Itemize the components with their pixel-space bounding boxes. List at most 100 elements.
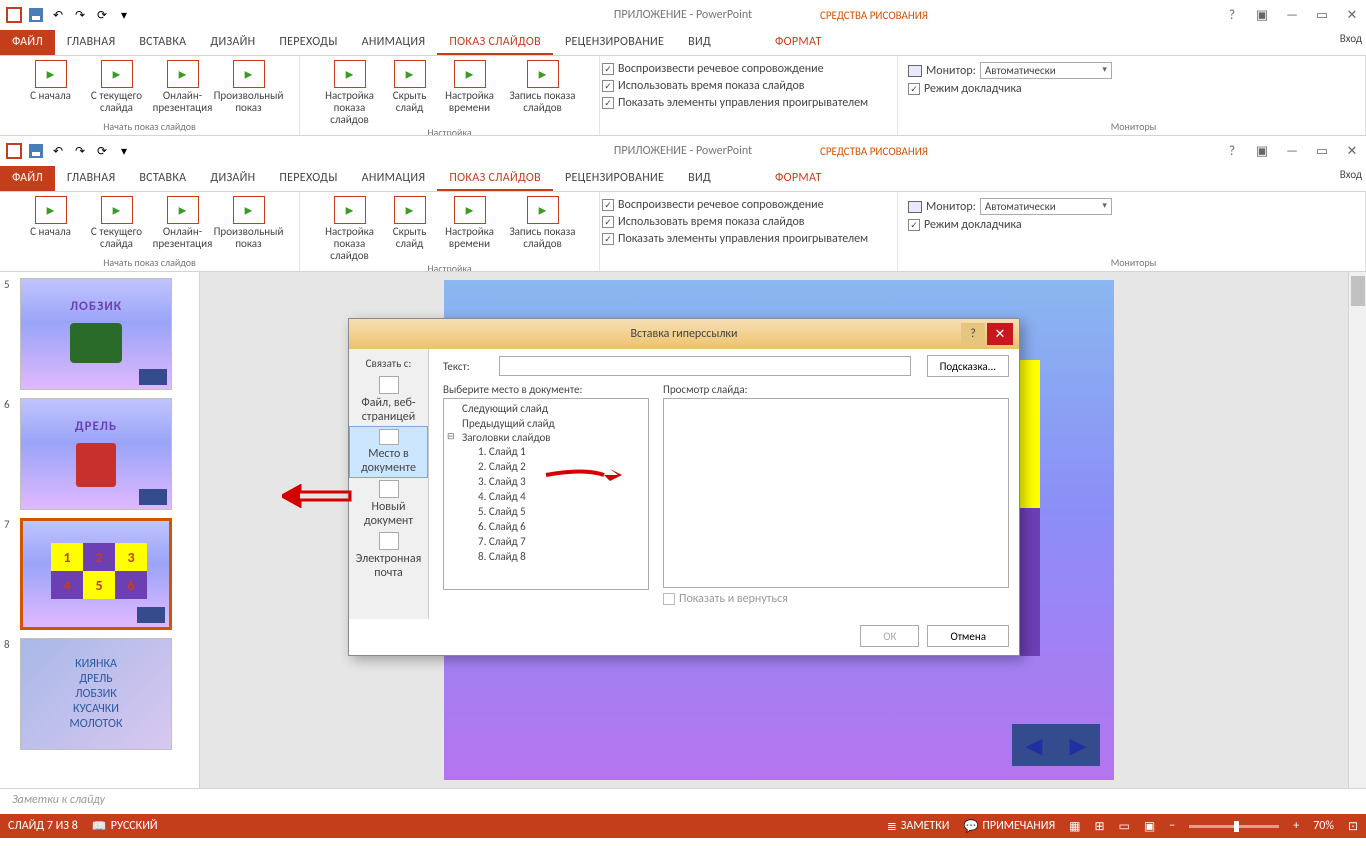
- thumb-5[interactable]: ЛОБЗИК: [20, 278, 172, 390]
- thumb-6[interactable]: ДРЕЛЬ: [20, 398, 172, 510]
- cb-presenter-view[interactable]: ✓Режим докладчика: [908, 82, 1112, 96]
- qat-save-icon[interactable]: [26, 141, 46, 161]
- tree-slide-8[interactable]: 8. Слайд 8: [444, 549, 648, 564]
- qat-more-icon[interactable]: ▾: [114, 141, 134, 161]
- btn-hide-slide[interactable]: Скрыть слайд: [385, 194, 435, 262]
- tab-design[interactable]: ДИЗАЙН: [198, 30, 267, 55]
- status-language[interactable]: 📖 РУССКИЙ: [92, 819, 158, 834]
- help-icon[interactable]: ?: [1222, 141, 1242, 161]
- cb-narrations[interactable]: ✓Воспроизвести речевое сопровождение: [602, 198, 868, 212]
- tab-insert[interactable]: ВСТАВКА: [127, 30, 198, 55]
- qat-more-icon[interactable]: ▾: [114, 5, 134, 25]
- btn-present-online[interactable]: Онлайн- презентация: [152, 194, 214, 250]
- editor-scrollbar[interactable]: [1348, 272, 1366, 788]
- restore-icon[interactable]: ▭: [1312, 5, 1332, 25]
- btn-from-current[interactable]: С текущего слайда: [86, 58, 148, 114]
- cancel-button[interactable]: Отмена: [927, 625, 1009, 647]
- view-slideshow-icon[interactable]: ▣: [1144, 819, 1155, 834]
- sign-in-link[interactable]: Вход: [1340, 32, 1362, 45]
- status-comments-toggle[interactable]: 💬 ПРИМЕЧАНИЯ: [963, 819, 1055, 834]
- tab-design[interactable]: ДИЗАЙН: [198, 166, 267, 191]
- tab-format[interactable]: ФОРМАТ: [763, 30, 834, 55]
- sign-in-link[interactable]: Вход: [1340, 168, 1362, 181]
- link-to-place-in-doc[interactable]: Место в документе: [349, 426, 428, 478]
- monitor-select[interactable]: Автоматически: [980, 198, 1112, 215]
- close-icon[interactable]: ✕: [1342, 5, 1362, 25]
- minimize-icon[interactable]: —: [1282, 141, 1302, 161]
- place-tree[interactable]: Следующий слайд Предыдущий слайд Заголов…: [443, 398, 649, 590]
- view-normal-icon[interactable]: ▦: [1069, 819, 1080, 834]
- status-slide-count[interactable]: СЛАЙД 7 ИЗ 8: [8, 819, 78, 833]
- zoom-level[interactable]: 70%: [1313, 819, 1334, 833]
- view-reading-icon[interactable]: ▭: [1119, 819, 1130, 834]
- tab-slideshow[interactable]: ПОКАЗ СЛАЙДОВ: [437, 30, 553, 55]
- qat-powerpoint-icon[interactable]: [4, 141, 24, 161]
- btn-custom-show[interactable]: Произвольный показ: [218, 58, 280, 114]
- tab-file[interactable]: ФАЙЛ: [0, 166, 55, 191]
- qat-undo-icon[interactable]: ↶: [48, 5, 68, 25]
- qat-repeat-icon[interactable]: ⟳: [92, 5, 112, 25]
- tab-animations[interactable]: АНИМАЦИЯ: [350, 30, 438, 55]
- dialog-titlebar[interactable]: Вставка гиперссылки ? ✕: [349, 319, 1019, 349]
- link-to-new-doc[interactable]: Новый документ: [349, 478, 428, 530]
- qat-undo-icon[interactable]: ↶: [48, 141, 68, 161]
- btn-hide-slide[interactable]: Скрыть слайд: [385, 58, 435, 126]
- btn-custom-show[interactable]: Произвольный показ: [218, 194, 280, 250]
- tab-home[interactable]: ГЛАВНАЯ: [55, 30, 127, 55]
- display-text-input[interactable]: [499, 356, 911, 376]
- qat-save-icon[interactable]: [26, 5, 46, 25]
- tab-transitions[interactable]: ПЕРЕХОДЫ: [267, 30, 349, 55]
- tree-prev-slide[interactable]: Предыдущий слайд: [444, 416, 648, 431]
- cb-media-controls[interactable]: ✓Показать элементы управления проигрыват…: [602, 96, 868, 110]
- tab-review[interactable]: РЕЦЕНЗИРОВАНИЕ: [553, 30, 676, 55]
- tab-insert[interactable]: ВСТАВКА: [127, 166, 198, 191]
- btn-rehearse[interactable]: Настройка времени: [439, 194, 501, 262]
- ribbon-options-icon[interactable]: ▣: [1252, 141, 1272, 161]
- link-to-file[interactable]: Файл, веб- страницей: [349, 374, 428, 426]
- tree-slide-7[interactable]: 7. Слайд 7: [444, 534, 648, 549]
- qat-powerpoint-icon[interactable]: [4, 5, 24, 25]
- cb-presenter-view[interactable]: ✓Режим докладчика: [908, 218, 1112, 232]
- ok-button[interactable]: ОК: [860, 625, 919, 647]
- btn-from-beginning[interactable]: С начала: [20, 58, 82, 114]
- qat-redo-icon[interactable]: ↷: [70, 5, 90, 25]
- thumb-7[interactable]: 123 456: [20, 518, 172, 630]
- tree-slide-6[interactable]: 6. Слайд 6: [444, 519, 648, 534]
- tab-format[interactable]: ФОРМАТ: [763, 166, 834, 191]
- tree-slide-4[interactable]: 4. Слайд 4: [444, 489, 648, 504]
- btn-from-current[interactable]: С текущего слайда: [86, 194, 148, 250]
- notes-pane[interactable]: Заметки к слайду: [0, 788, 1366, 814]
- qat-redo-icon[interactable]: ↷: [70, 141, 90, 161]
- tab-home[interactable]: ГЛАВНАЯ: [55, 166, 127, 191]
- fit-to-window-icon[interactable]: ⊡: [1348, 819, 1358, 834]
- btn-from-beginning[interactable]: С начала: [20, 194, 82, 250]
- btn-present-online[interactable]: Онлайн- презентация: [152, 58, 214, 114]
- cb-narrations[interactable]: ✓Воспроизвести речевое сопровождение: [602, 62, 868, 76]
- slide-nav-buttons[interactable]: ◀▶: [1012, 724, 1100, 766]
- tab-animations[interactable]: АНИМАЦИЯ: [350, 166, 438, 191]
- tab-file[interactable]: ФАЙЛ: [0, 30, 55, 55]
- tree-slide-titles[interactable]: Заголовки слайдов: [444, 431, 648, 444]
- dialog-close-icon[interactable]: ✕: [987, 323, 1013, 345]
- qat-repeat-icon[interactable]: ⟳: [92, 141, 112, 161]
- monitor-select[interactable]: Автоматически: [980, 62, 1112, 79]
- tab-view[interactable]: ВИД: [676, 166, 723, 191]
- screentip-button[interactable]: Подсказка...: [927, 355, 1009, 377]
- status-notes-toggle[interactable]: ≣ ЗАМЕТКИ: [887, 819, 950, 834]
- tab-view[interactable]: ВИД: [676, 30, 723, 55]
- ribbon-options-icon[interactable]: ▣: [1252, 5, 1272, 25]
- view-sorter-icon[interactable]: ⊞: [1094, 819, 1104, 834]
- btn-setup-show[interactable]: Настройка показа слайдов: [319, 58, 381, 126]
- zoom-in-icon[interactable]: +: [1293, 819, 1299, 833]
- tab-transitions[interactable]: ПЕРЕХОДЫ: [267, 166, 349, 191]
- tab-review[interactable]: РЕЦЕНЗИРОВАНИЕ: [553, 166, 676, 191]
- cb-media-controls[interactable]: ✓Показать элементы управления проигрыват…: [602, 232, 868, 246]
- tree-slide-5[interactable]: 5. Слайд 5: [444, 504, 648, 519]
- zoom-slider[interactable]: [1189, 825, 1279, 828]
- thumb-8[interactable]: КИЯНКАДРЕЛЬЛОБЗИККУСАЧКИМОЛОТОК: [20, 638, 172, 750]
- btn-record[interactable]: Запись показа слайдов: [505, 58, 581, 126]
- cb-timings[interactable]: ✓Использовать время показа слайдов: [602, 79, 868, 93]
- slide-thumbnails[interactable]: 5 ЛОБЗИК 6 ДРЕЛЬ 7 123 456 8: [0, 272, 200, 788]
- dialog-help-icon[interactable]: ?: [961, 323, 985, 345]
- restore-icon[interactable]: ▭: [1312, 141, 1332, 161]
